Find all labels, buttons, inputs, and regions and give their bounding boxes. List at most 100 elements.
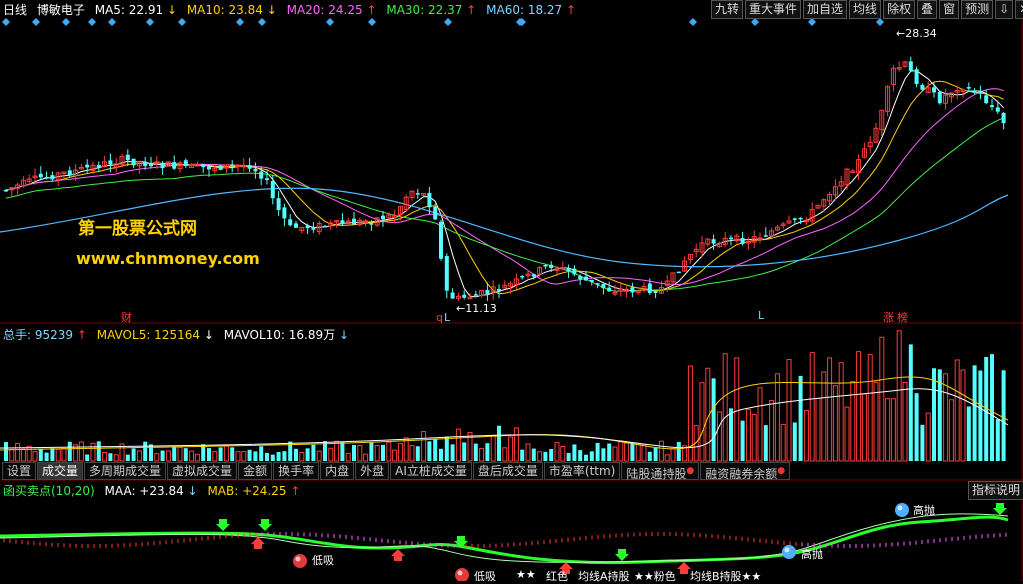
tab-amount[interactable]: 金额 [238,462,273,480]
candle-body [143,161,148,167]
tab-pe-ttm[interactable]: 市盈率(ttm) [543,462,621,480]
volume-bar [914,393,919,461]
signal-hold-b: 均线B持股★★ [690,570,762,583]
candle-body [172,162,177,169]
volume-bar [676,442,681,461]
tab-virtual-volume[interactable]: 虚拟成交量 [167,462,238,480]
volume-bar [647,451,652,461]
volume-bar [38,448,43,461]
toolbar-add-watch-button[interactable]: 加自选 [803,0,848,19]
period-label[interactable]: 日线 [3,3,27,17]
candle-body [44,176,49,179]
tab-turnover[interactable]: 换手率 [273,462,320,480]
volume-bar [439,448,443,461]
high-ball-icon [782,545,796,559]
candle-body [352,218,356,225]
candle-body [276,198,281,211]
volume-bar [67,441,72,461]
volume-bar [381,444,385,461]
candle-body [323,225,327,228]
toolbar-overlay-button[interactable]: 叠 [917,0,938,19]
volume-bar [966,406,971,461]
nav-down-icon[interactable]: ⇩ [995,0,1014,19]
tab-dot-icon: ● [686,466,695,476]
candle-body [311,226,316,230]
tab-outer[interactable]: 外盘 [355,462,390,480]
toolbar-exright-button[interactable]: 除权 [883,0,916,19]
volume-bar [270,454,275,461]
watermark-url: www.chnmoney.com [76,249,260,268]
volume-bar [183,448,188,461]
volume-bar [323,441,327,461]
candle-body [427,192,432,208]
low-ball-icon [295,556,301,562]
indicator-help-button[interactable]: 指标说明 [968,481,1023,500]
tab-dot-icon: ● [777,466,786,476]
volume-bar [1001,370,1006,461]
candle-body [601,283,606,289]
candle-body [207,166,211,170]
toolbar-ma-button[interactable]: 均线 [849,0,882,19]
volume-bar [450,444,455,461]
toolbar-events-button[interactable]: 重大事件 [745,0,802,19]
candle-body [729,237,733,240]
candle-body [566,268,571,271]
candle-body [653,291,658,293]
candle-body [485,290,490,294]
candle-body [50,175,55,180]
candle-body [972,90,977,93]
signal-low-1: 低吸 [312,554,334,567]
candle-body [462,294,467,298]
candle-body [647,283,652,294]
close-icon[interactable]: ✕ [1015,0,1023,19]
volume-bar [543,451,548,461]
volume-bar [607,443,612,461]
tab-inner[interactable]: 内盘 [320,462,355,480]
marker-bang: 榜 [897,311,908,324]
indicator-header: 函买卖点(10,20) MAA: +23.84 ↓ MAB: +24.25 ↑ [3,482,306,500]
volume-bar [369,442,374,461]
candle-body [265,178,269,181]
volume-bar [497,425,501,461]
tab-multi-period-volume[interactable]: 多周期成交量 [84,462,167,480]
tab-northbound[interactable]: 陆股通持股● [621,462,700,481]
candle-body [763,235,768,237]
volume-bar [427,441,432,461]
volume-bar [572,444,577,461]
toolbar-window-button[interactable]: 窗 [939,0,960,19]
candle-body [630,287,635,293]
tab-after-hours-volume[interactable]: 盘后成交量 [472,462,543,480]
volume-bar [247,449,252,461]
candle-body [978,90,983,94]
ma10-value: MA10: 23.84 ↓ [186,3,277,17]
tab-margin[interactable]: 融资融券余额● [700,462,791,481]
candle-body [288,219,293,226]
tab-ai-volume[interactable]: AI立桩成交量 [390,462,472,480]
volume-bar [294,448,298,461]
tab-volume[interactable]: 成交量 [37,462,84,480]
volume-bar [589,451,594,461]
signal-low-2: 低吸 [474,570,496,583]
volume-bar [763,425,768,461]
candle-body [450,292,455,299]
candle-body [607,287,612,292]
candle-body [740,237,745,244]
watermark-title: 第一股票公式网 [78,219,197,239]
volume-bar [630,442,635,461]
stock-name: 博敏电子 [36,3,85,17]
candle-body [160,162,165,169]
candle-body [305,225,310,229]
signal-high-2: 高抛 [801,548,823,561]
candle-body [253,168,258,172]
toolbar-forecast-button[interactable]: 预测 [961,0,994,19]
volume-bar [143,441,148,461]
volume-bar [595,442,600,461]
candle-body [444,256,449,291]
toolbar-jiuzhuan-button[interactable]: 九转 [711,0,744,19]
tab-settings[interactable]: 设置 [2,462,37,480]
candle-body [520,276,525,278]
candle-body [282,207,287,219]
volume-bar [282,451,287,461]
indicator-name[interactable]: 函买卖点(10,20) [3,484,95,498]
volume-bar [207,448,211,461]
